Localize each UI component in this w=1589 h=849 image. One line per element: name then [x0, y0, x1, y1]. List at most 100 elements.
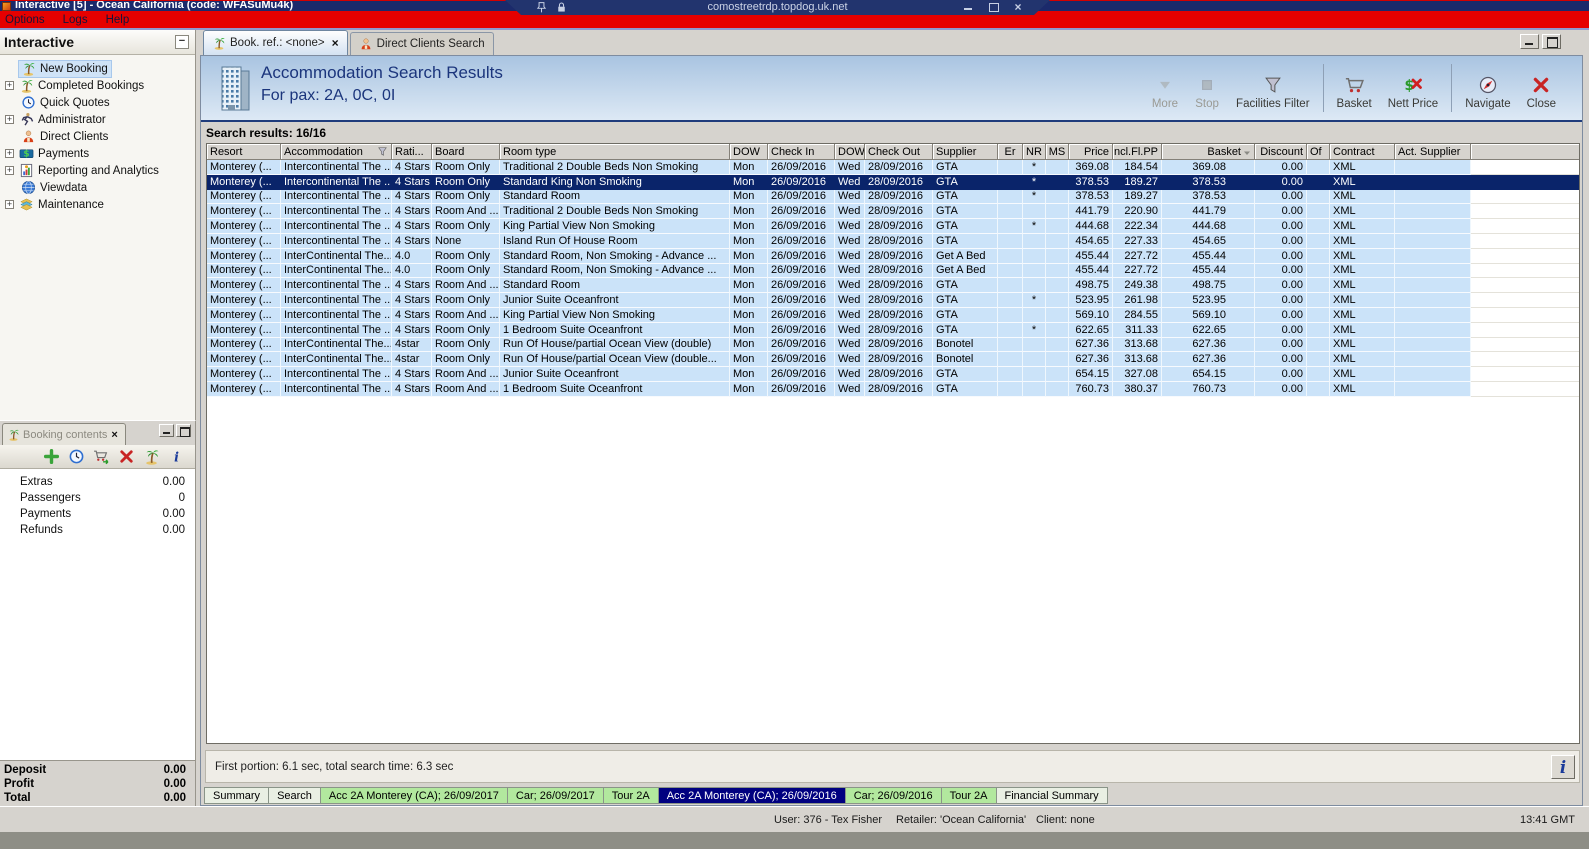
expand-toggle[interactable]: + [5, 81, 14, 90]
column-header-dow[interactable]: DOW [730, 144, 768, 160]
column-header-nr[interactable]: NR [1023, 144, 1046, 160]
quick-quote-button[interactable] [68, 448, 85, 465]
column-header-accommodation[interactable]: Accommodation [281, 144, 392, 160]
delete-button[interactable] [118, 448, 135, 465]
booking-contents-tab[interactable]: Booking contents × [2, 423, 126, 445]
info-button[interactable]: i [1551, 755, 1575, 779]
column-header-board[interactable]: Board [432, 144, 500, 160]
navigate-button[interactable]: Navigate [1457, 61, 1518, 115]
panel-minimize-button[interactable] [159, 424, 174, 437]
sidebar-item-viewdata[interactable]: Viewdata [0, 179, 195, 196]
table-row[interactable]: Monterey (... Intercontinental The ... 4 S… [207, 278, 1579, 294]
total-deposit: Deposit 0.00 [0, 764, 195, 778]
add-button[interactable] [43, 448, 60, 465]
sidebar-item-completed-bookings[interactable]: + Completed Bookings [0, 77, 195, 94]
nett-price-button[interactable]: $ Nett Price [1380, 61, 1447, 115]
column-header-contract[interactable]: Contract [1330, 144, 1395, 160]
table-row[interactable]: Monterey (... Intercontinental The ... 4 S… [207, 160, 1579, 175]
table-row[interactable]: Monterey (... InterContinental The... 4.0 R… [207, 248, 1579, 264]
rdp-close-button[interactable]: × [1012, 1, 1024, 13]
column-header-discount[interactable]: Discount [1255, 144, 1307, 160]
itinerary-tab-tour-2a[interactable]: Tour 2A [940, 787, 997, 804]
table-row[interactable]: Monterey (... InterContinental The... 4sta… [207, 352, 1579, 368]
column-header-ms[interactable]: MS [1046, 144, 1069, 160]
table-row[interactable]: Monterey (... Intercontinental The ... 4 S… [207, 322, 1579, 338]
results-toolbar: More Stop Facilities Filter Basket $ Nett Pri… [1144, 61, 1564, 115]
table-row[interactable]: Monterey (... Intercontinental The ... 4 S… [207, 174, 1579, 190]
table-row[interactable]: Monterey (... Intercontinental The ... 4 S… [207, 233, 1579, 249]
table-row[interactable]: Monterey (... Intercontinental The ... 4 S… [207, 204, 1579, 220]
sidebar-item-new-booking[interactable]: New Booking [0, 59, 195, 78]
column-header-er[interactable]: Er [998, 144, 1023, 160]
cell: 26/09/2016 [768, 204, 835, 220]
cell [1307, 352, 1330, 368]
sidebar-collapse-button[interactable]: − [175, 35, 189, 49]
expand-toggle[interactable]: + [5, 166, 14, 175]
statusbar: User: 376 - Tex Fisher Retailer: 'Ocean … [0, 806, 1589, 832]
sidebar-item-payments[interactable]: + $ Payments [0, 145, 195, 162]
table-row[interactable]: Monterey (... Intercontinental The ... 4 S… [207, 219, 1579, 234]
info-button[interactable]: i [168, 448, 185, 465]
column-header-act-supplier[interactable]: Act. Supplier [1395, 144, 1471, 160]
tab-direct-clients-search[interactable]: Direct Clients Search [349, 32, 494, 55]
booking-button[interactable] [143, 448, 160, 465]
cell: Monterey (... [207, 307, 281, 323]
table-row[interactable]: Monterey (... Intercontinental The ... 4 S… [207, 367, 1579, 382]
rdp-restore-button[interactable] [987, 1, 999, 13]
sidebar-item-direct-clients[interactable]: Direct Clients [0, 128, 195, 145]
menu-item-help[interactable]: Help [97, 14, 139, 26]
rdp-minimize-button[interactable] [962, 1, 974, 13]
cell: Wed [835, 233, 865, 249]
column-header-price[interactable]: Price [1069, 144, 1113, 160]
table-row[interactable]: Monterey (... Intercontinental The ... 4 S… [207, 293, 1579, 308]
sidebar-item-quick-quotes[interactable]: Quick Quotes [0, 94, 195, 111]
table-row[interactable]: Monterey (... InterContinental The... 4.0 R… [207, 263, 1579, 279]
cell [1307, 307, 1330, 323]
column-header-supplier[interactable]: Supplier [933, 144, 998, 160]
itinerary-tab-car-26-09-2016[interactable]: Car; 26/09/2016 [844, 787, 942, 804]
column-header-check-in[interactable]: Check In [768, 144, 835, 160]
cell: 26/09/2016 [768, 160, 835, 175]
move-to-basket-button[interactable] [93, 448, 110, 465]
column-header-of[interactable]: Of [1307, 144, 1330, 160]
itinerary-tab-search[interactable]: Search [268, 787, 321, 804]
facilities-filter-button[interactable]: Facilities Filter [1228, 61, 1317, 115]
close-icon[interactable]: × [111, 429, 117, 441]
column-header-incl-fl-pp[interactable]: Incl.Fl.PP [1113, 144, 1162, 160]
table-row[interactable]: Monterey (... InterContinental The... 4sta… [207, 337, 1579, 353]
table-row[interactable]: Monterey (... Intercontinental The ... 4 S… [207, 381, 1579, 397]
filter-icon[interactable] [377, 146, 388, 157]
workspace-minimize-button[interactable] [1520, 34, 1539, 49]
itinerary-tab-financial-summary[interactable]: Financial Summary [995, 787, 1108, 804]
itinerary-tab-tour-2a[interactable]: Tour 2A [602, 787, 659, 804]
column-header-dow[interactable]: DOW [835, 144, 865, 160]
expand-toggle[interactable]: + [5, 149, 14, 158]
column-header-check-out[interactable]: Check Out [865, 144, 933, 160]
column-header-basket[interactable]: Basket [1162, 144, 1255, 160]
tab-close-button[interactable]: × [332, 36, 339, 50]
cell: InterContinental The... [281, 248, 392, 264]
tab-book-ref-none[interactable]: Book. ref.: <none> × [203, 30, 348, 55]
sidebar-item-reporting-and-analytics[interactable]: + Reporting and Analytics [0, 162, 195, 179]
panel-maximize-button[interactable] [176, 424, 191, 437]
table-row[interactable]: Monterey (... Intercontinental The ... 4 S… [207, 307, 1579, 323]
workspace-maximize-button[interactable] [1542, 34, 1561, 49]
cell: Standard Room [500, 189, 730, 205]
itinerary-tab-acc-2a-monterey-ca-26-09-2016[interactable]: Acc 2A Monterey (CA); 26/09/2016 [657, 787, 846, 804]
column-header-rati[interactable]: Rati... [392, 144, 432, 160]
sidebar-item-administrator[interactable]: + Administrator [0, 111, 195, 128]
itinerary-tab-acc-2a-monterey-ca-26-09-2017[interactable]: Acc 2A Monterey (CA); 26/09/2017 [319, 787, 508, 804]
close-button[interactable]: Close [1519, 61, 1564, 115]
column-header-room-type[interactable]: Room type [500, 144, 730, 160]
sidebar-item-maintenance[interactable]: + Maintenance [0, 196, 195, 213]
menu-item-options[interactable]: Options [0, 14, 54, 26]
cell [1395, 278, 1471, 294]
table-row[interactable]: Monterey (... Intercontinental The ... 4 S… [207, 189, 1579, 205]
itinerary-tab-summary[interactable]: Summary [204, 787, 270, 804]
expand-toggle[interactable]: + [5, 115, 14, 124]
itinerary-tab-car-26-09-2017[interactable]: Car; 26/09/2017 [506, 787, 604, 804]
column-header-resort[interactable]: Resort [207, 144, 281, 160]
menu-item-logs[interactable]: Logs [54, 14, 97, 26]
expand-toggle[interactable]: + [5, 200, 14, 209]
basket-button[interactable]: Basket [1329, 61, 1380, 115]
